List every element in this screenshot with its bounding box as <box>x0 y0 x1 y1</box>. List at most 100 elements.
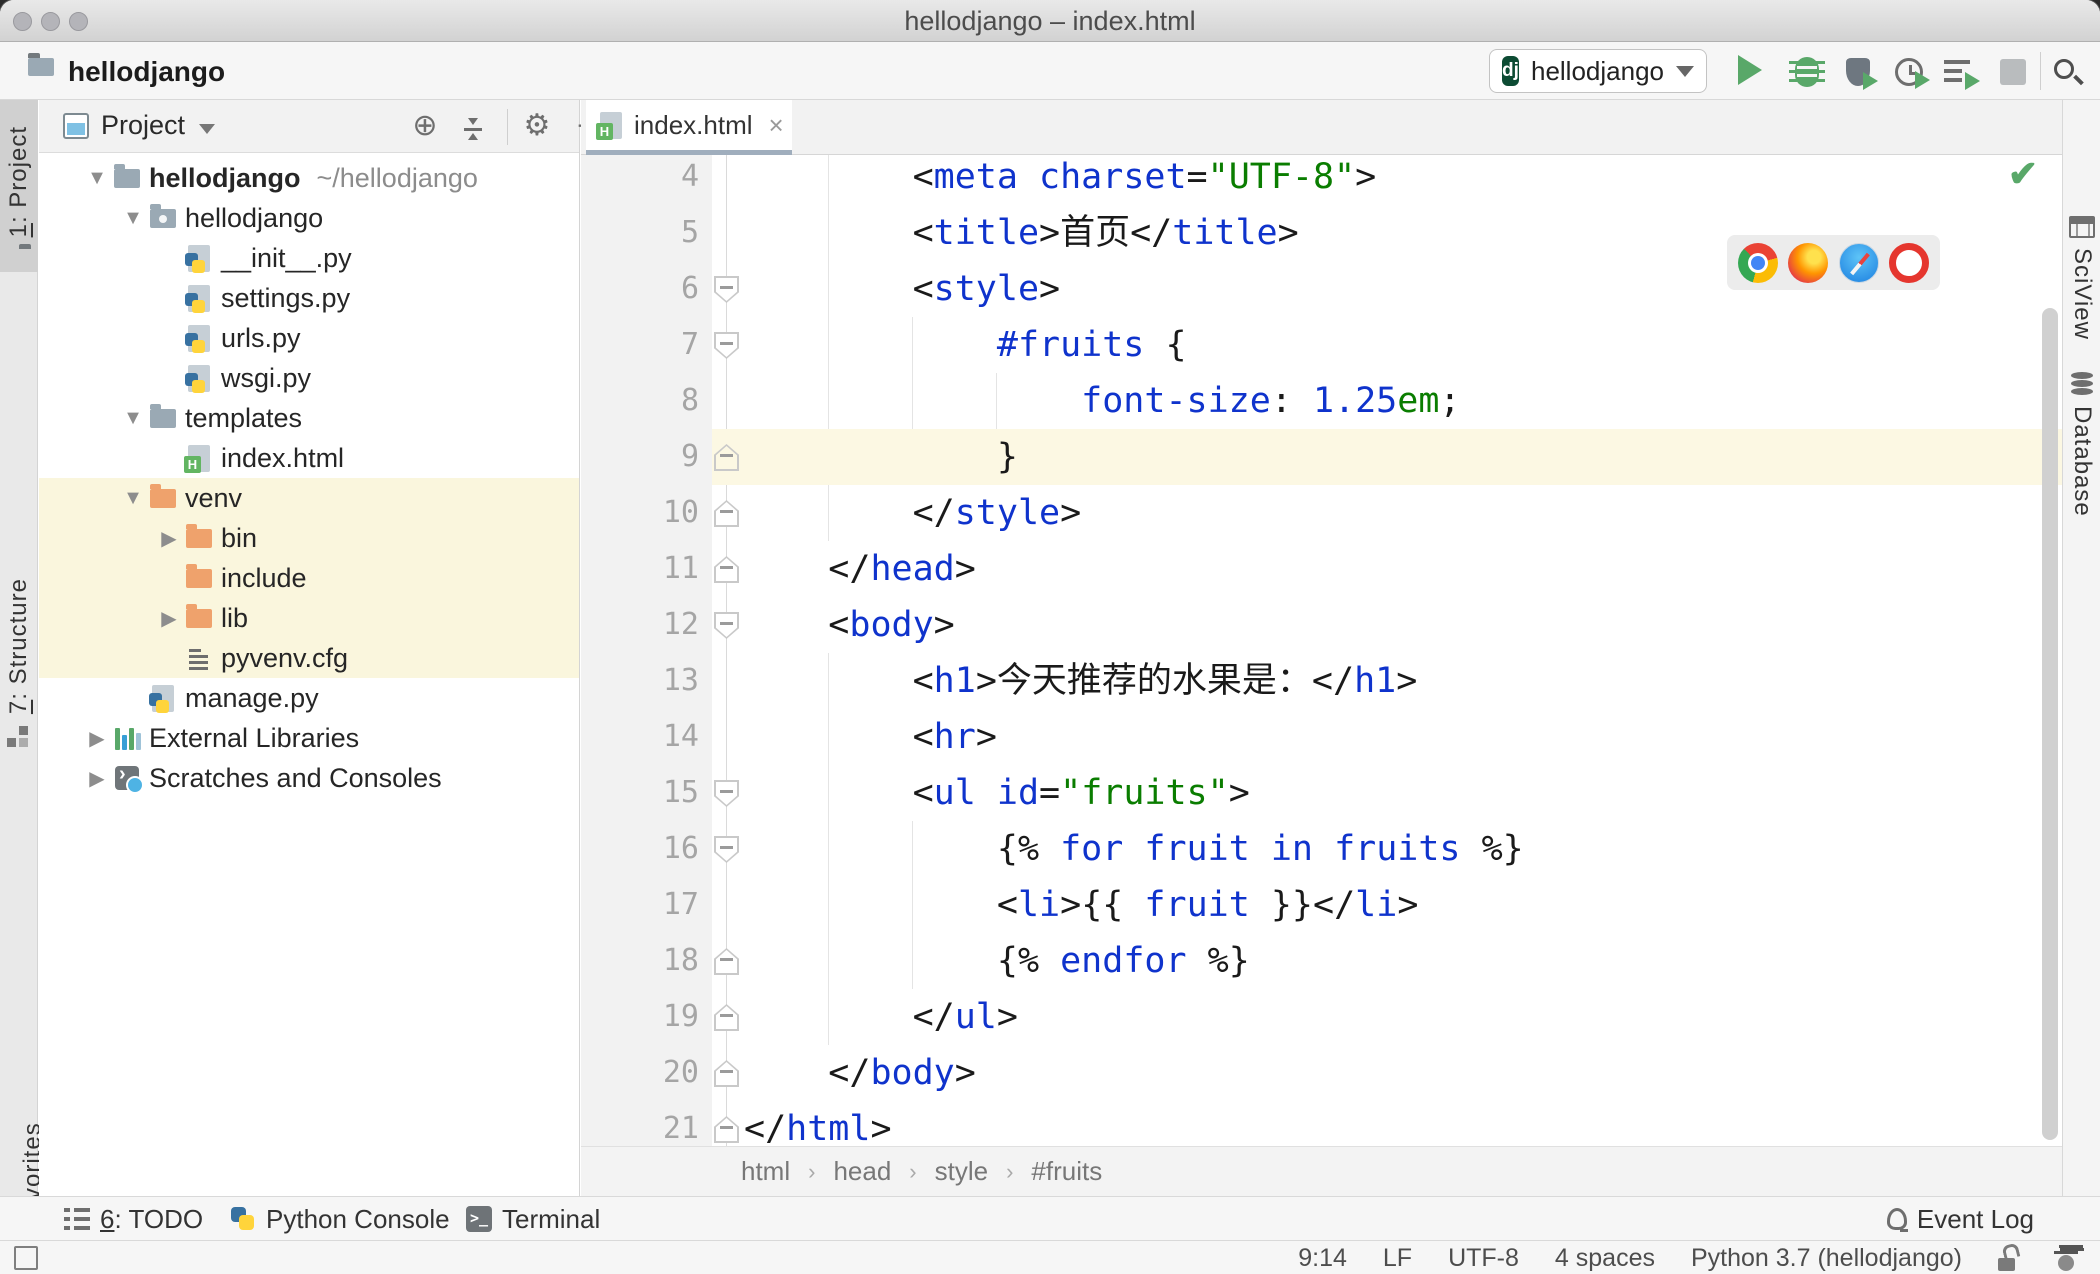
fold-marker-icon[interactable] <box>714 500 739 527</box>
code-line-9[interactable]: 9 } <box>581 429 2062 485</box>
expanded-arrow-icon[interactable]: ▼ <box>119 487 147 510</box>
lock-icon[interactable] <box>1998 1245 2018 1271</box>
tree-item-templates[interactable]: ▼ templates <box>39 398 579 438</box>
sidebar-tab-structure[interactable]: 7: Structure <box>0 578 38 768</box>
tree-item-pyvenv-cfg[interactable]: pyvenv.cfg <box>39 638 579 678</box>
tree-item-include[interactable]: include <box>39 558 579 598</box>
run-with-coverage-button[interactable] <box>1842 55 1878 90</box>
fold-marker-icon[interactable] <box>714 444 739 471</box>
event-log-button[interactable]: Event Log <box>1886 1197 2034 1241</box>
editor-tab-index-html[interactable]: index.html × <box>586 100 792 150</box>
bug-icon <box>1789 57 1825 87</box>
stop-button[interactable] <box>1996 55 2030 89</box>
run-button[interactable] <box>1738 55 1772 89</box>
tree-item-bin[interactable]: ▶ bin <box>39 518 579 558</box>
breadcrumb-item-html[interactable]: html <box>741 1156 790 1187</box>
code-line-19[interactable]: 19 </ul> <box>581 989 2062 1045</box>
clock-icon <box>1895 58 1930 89</box>
breadcrumb-item-fruits[interactable]: #fruits <box>1031 1156 1102 1187</box>
sidebar-tab-sciview[interactable]: SciView <box>2063 216 2100 340</box>
opera-icon[interactable] <box>1889 242 1930 283</box>
fold-marker-icon[interactable] <box>714 556 739 583</box>
project-panel-title[interactable]: Project <box>101 110 185 141</box>
code-line-7[interactable]: 7 #fruits { <box>581 317 2062 373</box>
fold-marker-icon[interactable] <box>714 948 739 975</box>
code-line-15[interactable]: 15 <ul id="fruits"> <box>581 765 2062 821</box>
safari-icon[interactable] <box>1838 242 1879 283</box>
expanded-arrow-icon[interactable]: ▼ <box>119 407 147 430</box>
collapse-all-button[interactable] <box>460 108 496 142</box>
tree-item-lib[interactable]: ▶ lib <box>39 598 579 638</box>
fold-marker-icon[interactable] <box>714 836 739 863</box>
search-icon <box>2052 57 2084 87</box>
fold-marker-icon[interactable] <box>714 332 739 359</box>
code-line-11[interactable]: 11 </head> <box>581 541 2062 597</box>
toolwindow-todo[interactable]: 6: TODO <box>64 1197 203 1241</box>
code-line-4[interactable]: 4 <meta charset="UTF-8"> <box>581 155 2062 205</box>
breadcrumb-item-head[interactable]: head <box>833 1156 891 1187</box>
sidebar-tab-database[interactable]: Database <box>2063 372 2100 517</box>
locate-file-button[interactable]: ⊕ <box>407 108 443 144</box>
tree-item-venv[interactable]: ▼ venv <box>39 478 579 518</box>
tree-item-wsgi-py[interactable]: wsgi.py <box>39 358 579 398</box>
code-line-20[interactable]: 20 </body> <box>581 1045 2062 1101</box>
collapsed-arrow-icon[interactable]: ▶ <box>155 606 183 631</box>
tree-item-hellodjango[interactable]: ▼ hellodjango ~/hellodjango <box>39 158 579 198</box>
code-line-16[interactable]: 16 {% for fruit in fruits %} <box>581 821 2062 877</box>
breadcrumb: html › head › style › #fruits <box>581 1146 2062 1196</box>
inspections-hector-icon[interactable] <box>2054 1245 2078 1271</box>
expanded-arrow-icon[interactable]: ▼ <box>83 167 111 190</box>
status-widget[interactable]: 9:14 <box>1298 1244 1347 1273</box>
collapsed-arrow-icon[interactable]: ▶ <box>83 766 111 791</box>
sidebar-tab-project[interactable]: 1: Project <box>0 100 38 272</box>
toolwindow-terminal[interactable]: >_ Terminal <box>466 1197 600 1241</box>
code-line-18[interactable]: 18 {% endfor %} <box>581 933 2062 989</box>
run-configuration-select[interactable]: dj hellodjango <box>1489 49 1707 93</box>
fold-marker-icon[interactable] <box>714 780 739 807</box>
tree-item-settings-py[interactable]: settings.py <box>39 278 579 318</box>
chrome-icon[interactable] <box>1737 242 1778 283</box>
code-line-12[interactable]: 12 <body> <box>581 597 2062 653</box>
tree-item-index-html[interactable]: index.html <box>39 438 579 478</box>
expanded-arrow-icon[interactable]: ▼ <box>119 207 147 230</box>
firefox-icon[interactable] <box>1788 242 1829 283</box>
code-editor[interactable]: 4 <meta charset="UTF-8"> 5 <title>首页</tit… <box>581 155 2062 1146</box>
tree-item-scratches-and-consoles[interactable]: ▶ Scratches and Consoles <box>39 758 579 798</box>
fold-marker-icon[interactable] <box>714 1004 739 1031</box>
inspection-ok-icon[interactable]: ✔ <box>2008 155 2038 195</box>
code-line-10[interactable]: 10 </style> <box>581 485 2062 541</box>
status-widget[interactable]: Python 3.7 (hellodjango) <box>1691 1244 1962 1273</box>
code-line-17[interactable]: 17 <li>{{ fruit }}</li> <box>581 877 2062 933</box>
run-with-options-button[interactable] <box>1944 55 1980 90</box>
tree-item-external-libraries[interactable]: ▶ External Libraries <box>39 718 579 758</box>
status-widget[interactable]: LF <box>1383 1244 1412 1273</box>
toolwindow-switcher-icon[interactable] <box>14 1246 38 1270</box>
code-line-14[interactable]: 14 <hr> <box>581 709 2062 765</box>
collapsed-arrow-icon[interactable]: ▶ <box>83 726 111 751</box>
debug-button[interactable] <box>1789 55 1825 89</box>
navigation-breadcrumb[interactable]: hellodjango <box>68 56 225 88</box>
fold-marker-icon[interactable] <box>714 612 739 639</box>
editor-scrollbar[interactable] <box>2042 308 2058 1140</box>
status-widget[interactable]: 4 spaces <box>1555 1244 1655 1273</box>
collapsed-arrow-icon[interactable]: ▶ <box>155 526 183 551</box>
status-widget[interactable]: UTF-8 <box>1448 1244 1519 1273</box>
settings-gear-button[interactable]: ⚙ <box>519 108 555 144</box>
left-tool-window-bar: 1: Project 7: Structure 2: Favorites ★ <box>0 100 46 1270</box>
fold-marker-icon[interactable] <box>714 1116 739 1143</box>
breadcrumb-item-style[interactable]: style <box>935 1156 988 1187</box>
close-icon[interactable]: × <box>769 110 784 141</box>
search-everywhere-button[interactable] <box>2052 55 2086 89</box>
tree-item-urls-py[interactable]: urls.py <box>39 318 579 358</box>
tree-item-manage-py[interactable]: manage.py <box>39 678 579 718</box>
tree-item--init-py[interactable]: __init__.py <box>39 238 579 278</box>
code-line-13[interactable]: 13 <h1>今天推荐的水果是：</h1> <box>581 653 2062 709</box>
profile-button[interactable] <box>1893 55 1930 89</box>
fold-marker-icon[interactable] <box>714 276 739 303</box>
tree-item-hellodjango[interactable]: ▼ hellodjango <box>39 198 579 238</box>
toolwindow-python-console[interactable]: Python Console <box>230 1197 450 1241</box>
line-number: 15 <box>662 775 699 810</box>
code-line-21[interactable]: 21 </html> <box>581 1101 2062 1146</box>
code-line-8[interactable]: 8 font-size: 1.25em; <box>581 373 2062 429</box>
fold-marker-icon[interactable] <box>714 1060 739 1087</box>
